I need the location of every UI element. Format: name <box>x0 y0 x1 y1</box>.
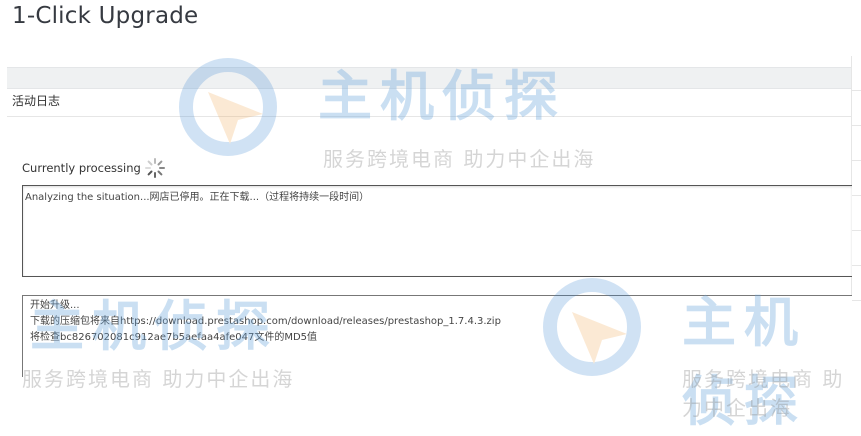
activity-log-textarea[interactable]: Analyzing the situation...网店已停用。正在下载...（… <box>22 185 852 277</box>
watermark-slogan: 服务跨境电商 助力中企出海 <box>682 367 845 420</box>
processing-status: Currently processing <box>22 157 166 179</box>
page-title: 1-Click Upgrade <box>12 3 199 29</box>
processing-label: Currently processing <box>22 161 141 175</box>
panel-heading: 活动日志 <box>12 94 61 108</box>
watermark-slogan: 服务跨境电商 助力中企出海 <box>323 147 596 171</box>
watermark-slogan: 服务跨境电商 助力中企出海 <box>22 367 295 391</box>
activity-log-text: Analyzing the situation...网店已停用。正在下载...（… <box>25 192 370 203</box>
loading-spinner-icon <box>144 158 165 178</box>
watermark-brand: 主机侦探 <box>30 295 278 358</box>
watermark-brand: 主机侦探 <box>318 65 566 128</box>
